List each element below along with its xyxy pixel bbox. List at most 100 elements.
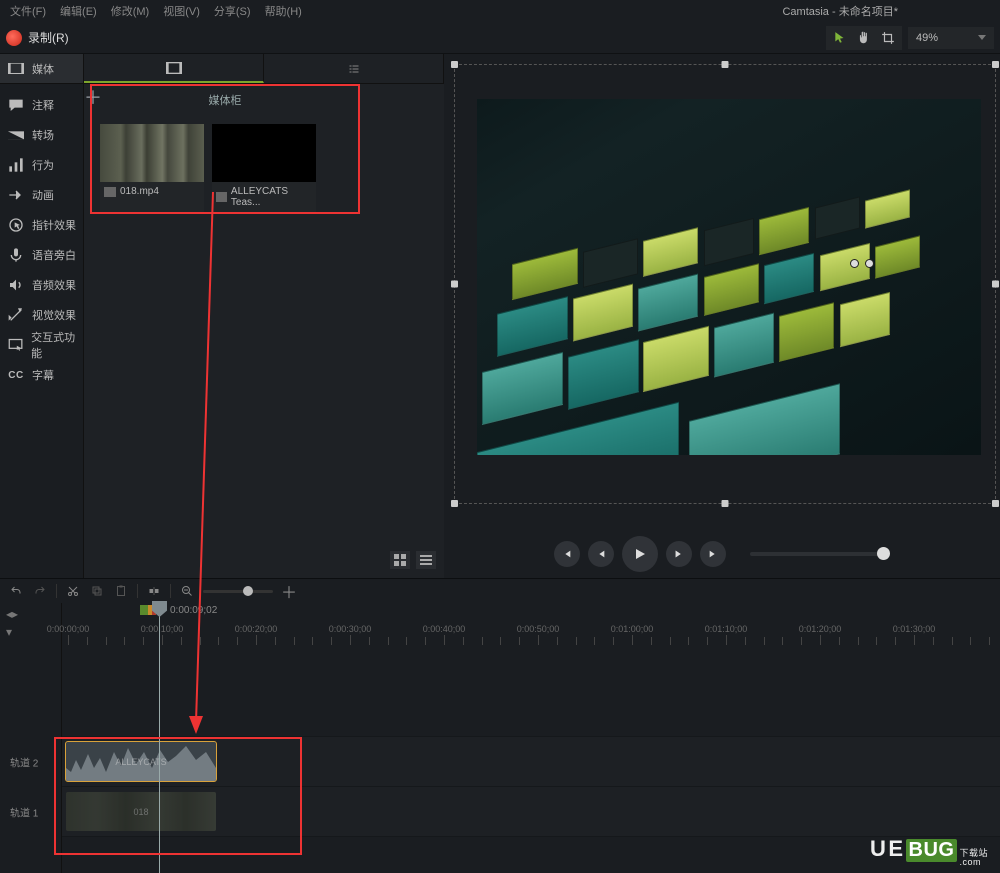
sidebar-label-behaviors: 行为 xyxy=(32,157,54,173)
timeline-clip-2[interactable]: ALLEYCATS xyxy=(66,742,216,781)
zoom-dropdown[interactable]: 49% xyxy=(908,27,994,49)
slider-knob[interactable] xyxy=(243,586,253,596)
resize-handle-left[interactable] xyxy=(451,281,458,288)
sidebar-item-behaviors[interactable]: 行为 xyxy=(0,150,83,180)
film-icon xyxy=(104,187,116,197)
split-button[interactable] xyxy=(146,583,162,599)
timeline: ＋ ◂▸ ▾ 0:00:09;02 0:00:00;000:00:10;000:… xyxy=(0,578,1000,873)
step-forward-button[interactable] xyxy=(666,541,692,567)
resize-handle-br[interactable] xyxy=(992,500,999,507)
chevron-down-icon xyxy=(978,35,986,40)
media-clip[interactable]: ALLEYCATS Teas... xyxy=(212,124,316,212)
timeline-main[interactable]: 0:00:09;02 0:00:00;000:00:10;000:00:20;0… xyxy=(62,603,1000,873)
canvas-frame[interactable] xyxy=(454,64,996,504)
zoom-out-button[interactable] xyxy=(179,583,195,599)
resize-handle-bl[interactable] xyxy=(451,500,458,507)
video-preview[interactable] xyxy=(477,99,981,455)
toolbar: 录制(R) 49% xyxy=(0,22,1000,54)
track-2[interactable]: 轨道 2 ALLEYCATS xyxy=(62,737,1000,787)
copy-button[interactable] xyxy=(89,583,105,599)
next-frame-button[interactable] xyxy=(700,541,726,567)
media-bin-panel: 媒体柜 018.mp4 ALLEYCATS Teas... ＋ xyxy=(84,84,444,578)
film-icon xyxy=(216,192,227,202)
sidebar: 媒体 注释 转场 行为 动画 指针效果 xyxy=(0,54,84,578)
clip-name: ALLEYCATS Teas... xyxy=(231,186,312,208)
sidebar-label-captions: 字幕 xyxy=(32,367,54,383)
playhead[interactable] xyxy=(159,603,160,873)
sidebar-label-transitions: 转场 xyxy=(32,127,54,143)
clip-thumbnail xyxy=(100,124,204,182)
collapse-button[interactable]: ▾ xyxy=(6,625,24,639)
sidebar-item-transitions[interactable]: 转场 xyxy=(0,120,83,150)
expand-button[interactable]: ◂▸ xyxy=(6,607,24,621)
grid-view-button[interactable] xyxy=(390,551,410,569)
resize-handle-top[interactable] xyxy=(722,61,729,68)
volume-slider[interactable] xyxy=(750,552,890,556)
timeline-zoom-slider[interactable] xyxy=(203,590,273,593)
sidebar-label-audio: 音频效果 xyxy=(32,277,76,293)
left-panel: 媒体 注释 转场 行为 动画 指针效果 xyxy=(0,54,444,578)
sidebar-item-annotations[interactable]: 注释 xyxy=(0,90,83,120)
cursor-effects-icon xyxy=(8,218,24,232)
tab-library[interactable] xyxy=(264,54,444,83)
menu-edit[interactable]: 编辑(E) xyxy=(56,1,101,21)
animations-icon xyxy=(8,188,24,202)
menu-share[interactable]: 分享(S) xyxy=(210,1,255,21)
crop-tool-icon[interactable] xyxy=(878,28,898,48)
list-view-button[interactable] xyxy=(416,551,436,569)
sidebar-label-animations: 动画 xyxy=(32,187,54,203)
resize-handle-tl[interactable] xyxy=(451,61,458,68)
playback-controls xyxy=(444,530,1000,578)
playhead-time: 0:00:09;02 xyxy=(170,605,217,616)
undo-button[interactable] xyxy=(8,583,24,599)
resize-handle-tr[interactable] xyxy=(992,61,999,68)
cut-button[interactable] xyxy=(65,583,81,599)
behaviors-icon xyxy=(8,158,24,172)
menu-help[interactable]: 帮助(H) xyxy=(261,1,306,21)
resize-handle-bottom[interactable] xyxy=(722,500,729,507)
step-back-button[interactable] xyxy=(588,541,614,567)
pointer-tool-icon[interactable] xyxy=(830,28,850,48)
panel-tabs xyxy=(84,54,444,84)
menu-view[interactable]: 视图(V) xyxy=(159,1,204,21)
record-button[interactable]: 录制(R) xyxy=(6,29,69,46)
sidebar-label-annotations: 注释 xyxy=(32,97,54,113)
menu-file[interactable]: 文件(F) xyxy=(6,1,50,21)
resize-handle-right[interactable] xyxy=(992,281,999,288)
paste-button[interactable] xyxy=(113,583,129,599)
watermark: UEBUG 下载站.com xyxy=(870,836,988,867)
sidebar-item-visual[interactable]: 视觉效果 xyxy=(0,300,83,330)
speaker-icon xyxy=(8,278,24,292)
zoom-in-button[interactable]: ＋ xyxy=(281,583,297,599)
sidebar-item-media[interactable]: 媒体 xyxy=(0,54,83,84)
timeline-clip-1[interactable]: 018 xyxy=(66,792,216,831)
sidebar-item-cursor[interactable]: 指针效果 xyxy=(0,210,83,240)
track-label-1: 轨道 1 xyxy=(10,804,38,819)
media-bin-highlight: 媒体柜 018.mp4 ALLEYCATS Teas... xyxy=(90,84,360,214)
media-bin-title: 媒体柜 xyxy=(92,86,358,114)
sidebar-label-cursor: 指针效果 xyxy=(32,217,76,233)
media-clip[interactable]: 018.mp4 xyxy=(100,124,204,212)
timeline-left-gutter: ◂▸ ▾ xyxy=(0,603,62,873)
track-1[interactable]: 轨道 1 018 xyxy=(62,787,1000,837)
sidebar-item-animations[interactable]: 动画 xyxy=(0,180,83,210)
sidebar-item-voice[interactable]: 语音旁白 xyxy=(0,240,83,270)
sidebar-item-audio[interactable]: 音频效果 xyxy=(0,270,83,300)
slider-knob[interactable] xyxy=(877,547,890,560)
tab-clip-bin[interactable] xyxy=(84,54,264,83)
hand-tool-icon[interactable] xyxy=(854,28,874,48)
canvas-tool-group xyxy=(826,26,902,50)
sidebar-label-interactive: 交互式功能 xyxy=(31,329,83,361)
microphone-icon xyxy=(8,248,24,262)
menu-bar: 文件(F) 编辑(E) 修改(M) 视图(V) 分享(S) 帮助(H) Camt… xyxy=(0,0,1000,22)
track-label-2: 轨道 2 xyxy=(10,754,38,769)
play-button[interactable] xyxy=(622,536,658,572)
timeline-ruler[interactable]: 0:00:09;02 0:00:00;000:00:10;000:00:20;0… xyxy=(62,603,1000,645)
prev-frame-button[interactable] xyxy=(554,541,580,567)
sidebar-item-captions[interactable]: CC 字幕 xyxy=(0,360,83,390)
sidebar-item-interactive[interactable]: 交互式功能 xyxy=(0,330,83,360)
sidebar-label-voice: 语音旁白 xyxy=(32,247,76,263)
zoom-value: 49% xyxy=(916,32,938,44)
menu-modify[interactable]: 修改(M) xyxy=(107,1,154,21)
redo-button[interactable] xyxy=(32,583,48,599)
